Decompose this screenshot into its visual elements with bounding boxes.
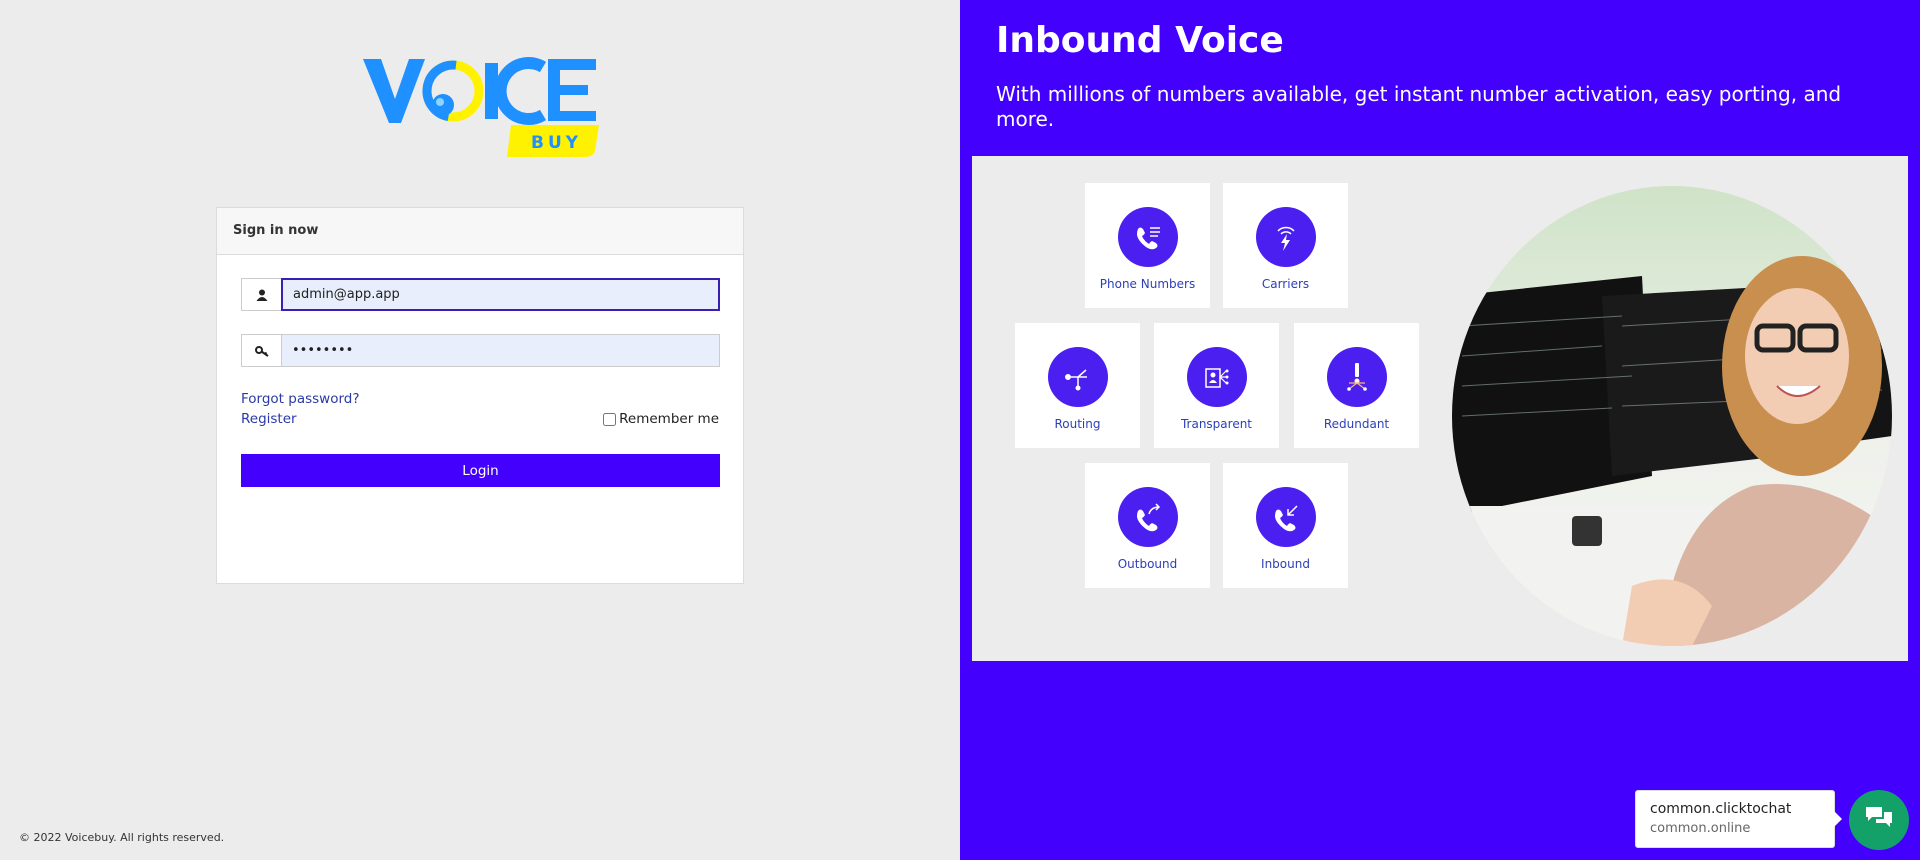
key-icon [241,334,281,367]
copyright-text: © 2022 Voicebuy. All rights reserved. [19,831,225,844]
feature-tile-outbound: Outbound [1085,463,1210,588]
login-card: Sign in now Forgot password? Register Re… [216,207,744,584]
voicebuy-logo: BUY [361,53,599,158]
redundant-icon [1326,347,1387,407]
feature-tile-inbound: Inbound [1223,463,1348,588]
phone-list-icon [1117,207,1178,267]
login-panel: BUY Sign in now Forgot password? Registe… [0,0,960,860]
password-field-group [241,334,720,367]
signal-bolt-icon [1255,207,1316,267]
feature-tile-transparent: Transparent [1154,323,1279,448]
feature-label: Outbound [1117,557,1178,571]
feature-label: Routing [1054,417,1101,431]
promo-title: Inbound Voice [996,20,1284,61]
feature-label: Carriers [1261,277,1310,291]
register-link[interactable]: Register [241,411,297,427]
promo-panel: Inbound Voice With millions of numbers a… [960,0,1920,860]
feature-label: Redundant [1323,417,1390,431]
transparent-icon [1186,347,1247,407]
feature-label: Transparent [1180,417,1253,431]
chat-button[interactable] [1849,790,1909,850]
remember-me-label: Remember me [619,411,719,427]
promo-photo [1452,186,1892,646]
password-input[interactable] [281,334,720,367]
card-title: Sign in now [217,208,743,255]
promo-subtitle: With millions of numbers available, get … [996,82,1842,131]
email-field-group [241,278,720,311]
feature-label: Inbound [1261,557,1310,571]
feature-tile-phone-numbers: Phone Numbers [1085,183,1210,308]
inbound-call-icon [1255,487,1316,547]
chat-bubble-arrow [1834,811,1842,827]
feature-tile-routing: Routing [1015,323,1140,448]
chat-prompt[interactable]: common.clicktochat common.online [1635,790,1835,848]
chat-icon [1864,805,1894,835]
outbound-call-icon [1117,487,1178,547]
chat-status: common.online [1650,821,1751,836]
login-button[interactable]: Login [241,454,720,487]
feature-label: Phone Numbers [1099,277,1196,291]
user-icon [241,278,281,311]
svg-text:BUY: BUY [531,133,582,153]
forgot-password-link[interactable]: Forgot password? [241,391,360,407]
feature-tile-redundant: Redundant [1294,323,1419,448]
remember-me-checkbox[interactable] [603,412,617,426]
routing-icon [1047,347,1108,407]
remember-me[interactable]: Remember me [603,411,719,427]
chat-title: common.clicktochat [1650,801,1792,817]
email-input[interactable] [281,278,720,311]
feature-tile-carriers: Carriers [1223,183,1348,308]
feature-showcase: Phone Numbers Carriers Routing Transpare… [972,156,1908,661]
